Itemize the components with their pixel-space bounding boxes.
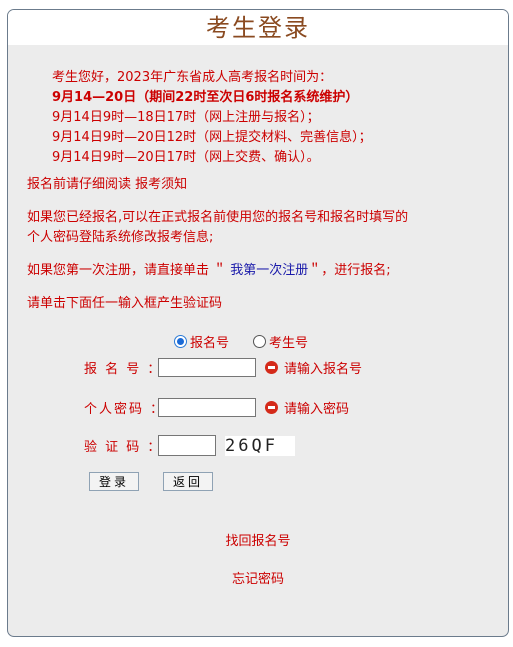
stop-icon <box>265 401 278 414</box>
password-input[interactable] <box>158 398 256 417</box>
registration-number-input[interactable] <box>158 358 256 377</box>
notice-line-3: 9月14日9时—18日17时（网上注册与报名）； <box>52 110 320 125</box>
first-time-text: 如果您第一次注册，请直接单击 ＂ 我第一次注册＂，进行报名; <box>27 261 391 281</box>
first-time-suffix: ＂，进行报名; <box>308 263 391 278</box>
already-registered-text: 如果您已经报名,可以在正式报名前使用您的报名号和报名时填写的 个人密码登陆系统修… <box>27 208 408 248</box>
registration-notice: 考生您好，2023年广东省成人高考报名时间为： 9月14—20日（期间22时至次… <box>52 68 372 168</box>
back-button[interactable]: 返回 <box>163 472 213 491</box>
login-button[interactable]: 登录 <box>89 472 139 491</box>
password-warning: 请输入密码 <box>265 398 349 417</box>
registration-row: 报 名 号 ： 请输入报名号 <box>84 358 362 377</box>
password-row: 个人密码 ： 请输入密码 <box>84 398 349 417</box>
first-registration-link[interactable]: 我第一次注册 <box>226 263 308 278</box>
registration-label: 报 名 号 ： <box>84 362 163 377</box>
forgot-password-link[interactable]: 忘记密码 <box>8 568 508 587</box>
recover-number-link[interactable]: 找回报名号 <box>8 530 508 549</box>
notice-line-1: 考生您好，2023年广东省成人高考报名时间为： <box>52 70 333 85</box>
radio-candidate-number[interactable] <box>253 335 267 348</box>
notice-line-2: 9月14—20日（期间22时至次日6时报名系统维护） <box>52 90 359 105</box>
captcha-image[interactable]: 26QF <box>225 435 295 456</box>
captcha-row: 验 证 码 ： 26QF <box>84 435 295 456</box>
radio-candidate-label: 考生号 <box>269 336 309 351</box>
password-label: 个人密码 ： <box>84 402 166 417</box>
password-warning-text: 请输入密码 <box>284 402 350 417</box>
login-type-group: 报名号 考生号 <box>174 332 332 351</box>
radio-registration-number[interactable] <box>174 335 187 348</box>
captcha-hint: 请单击下面任一输入框产生验证码 <box>27 296 223 311</box>
first-time-prefix: 如果您第一次注册，请直接单击 ＂ <box>27 263 227 278</box>
radio-option-registration[interactable]: 报名号 <box>174 332 229 351</box>
notice-line-4: 9月14日9时—20日12时（网上提交材料、完善信息）； <box>52 130 372 145</box>
radio-registration-label: 报名号 <box>190 336 230 351</box>
login-panel: 考生登录 考生您好，2023年广东省成人高考报名时间为： 9月14—20日（期间… <box>7 9 509 637</box>
already-registered-line-1: 如果您已经报名,可以在正式报名前使用您的报名号和报名时填写的 <box>27 210 409 225</box>
captcha-label: 验 证 码 ： <box>84 440 163 455</box>
captcha-input[interactable] <box>158 435 216 456</box>
read-notice-link[interactable]: 报名前请仔细阅读 报考须知 <box>27 175 187 195</box>
already-registered-line-2: 个人密码登陆系统修改报考信息; <box>27 230 214 245</box>
registration-warning: 请输入报名号 <box>265 358 362 377</box>
notice-line-5: 9月14日9时—20日17时（网上交费、确认）。 <box>52 150 320 165</box>
page-title: 考生登录 <box>8 10 508 45</box>
radio-option-candidate[interactable]: 考生号 <box>253 332 308 351</box>
stop-icon <box>265 361 278 374</box>
registration-warning-text: 请输入报名号 <box>284 362 363 377</box>
